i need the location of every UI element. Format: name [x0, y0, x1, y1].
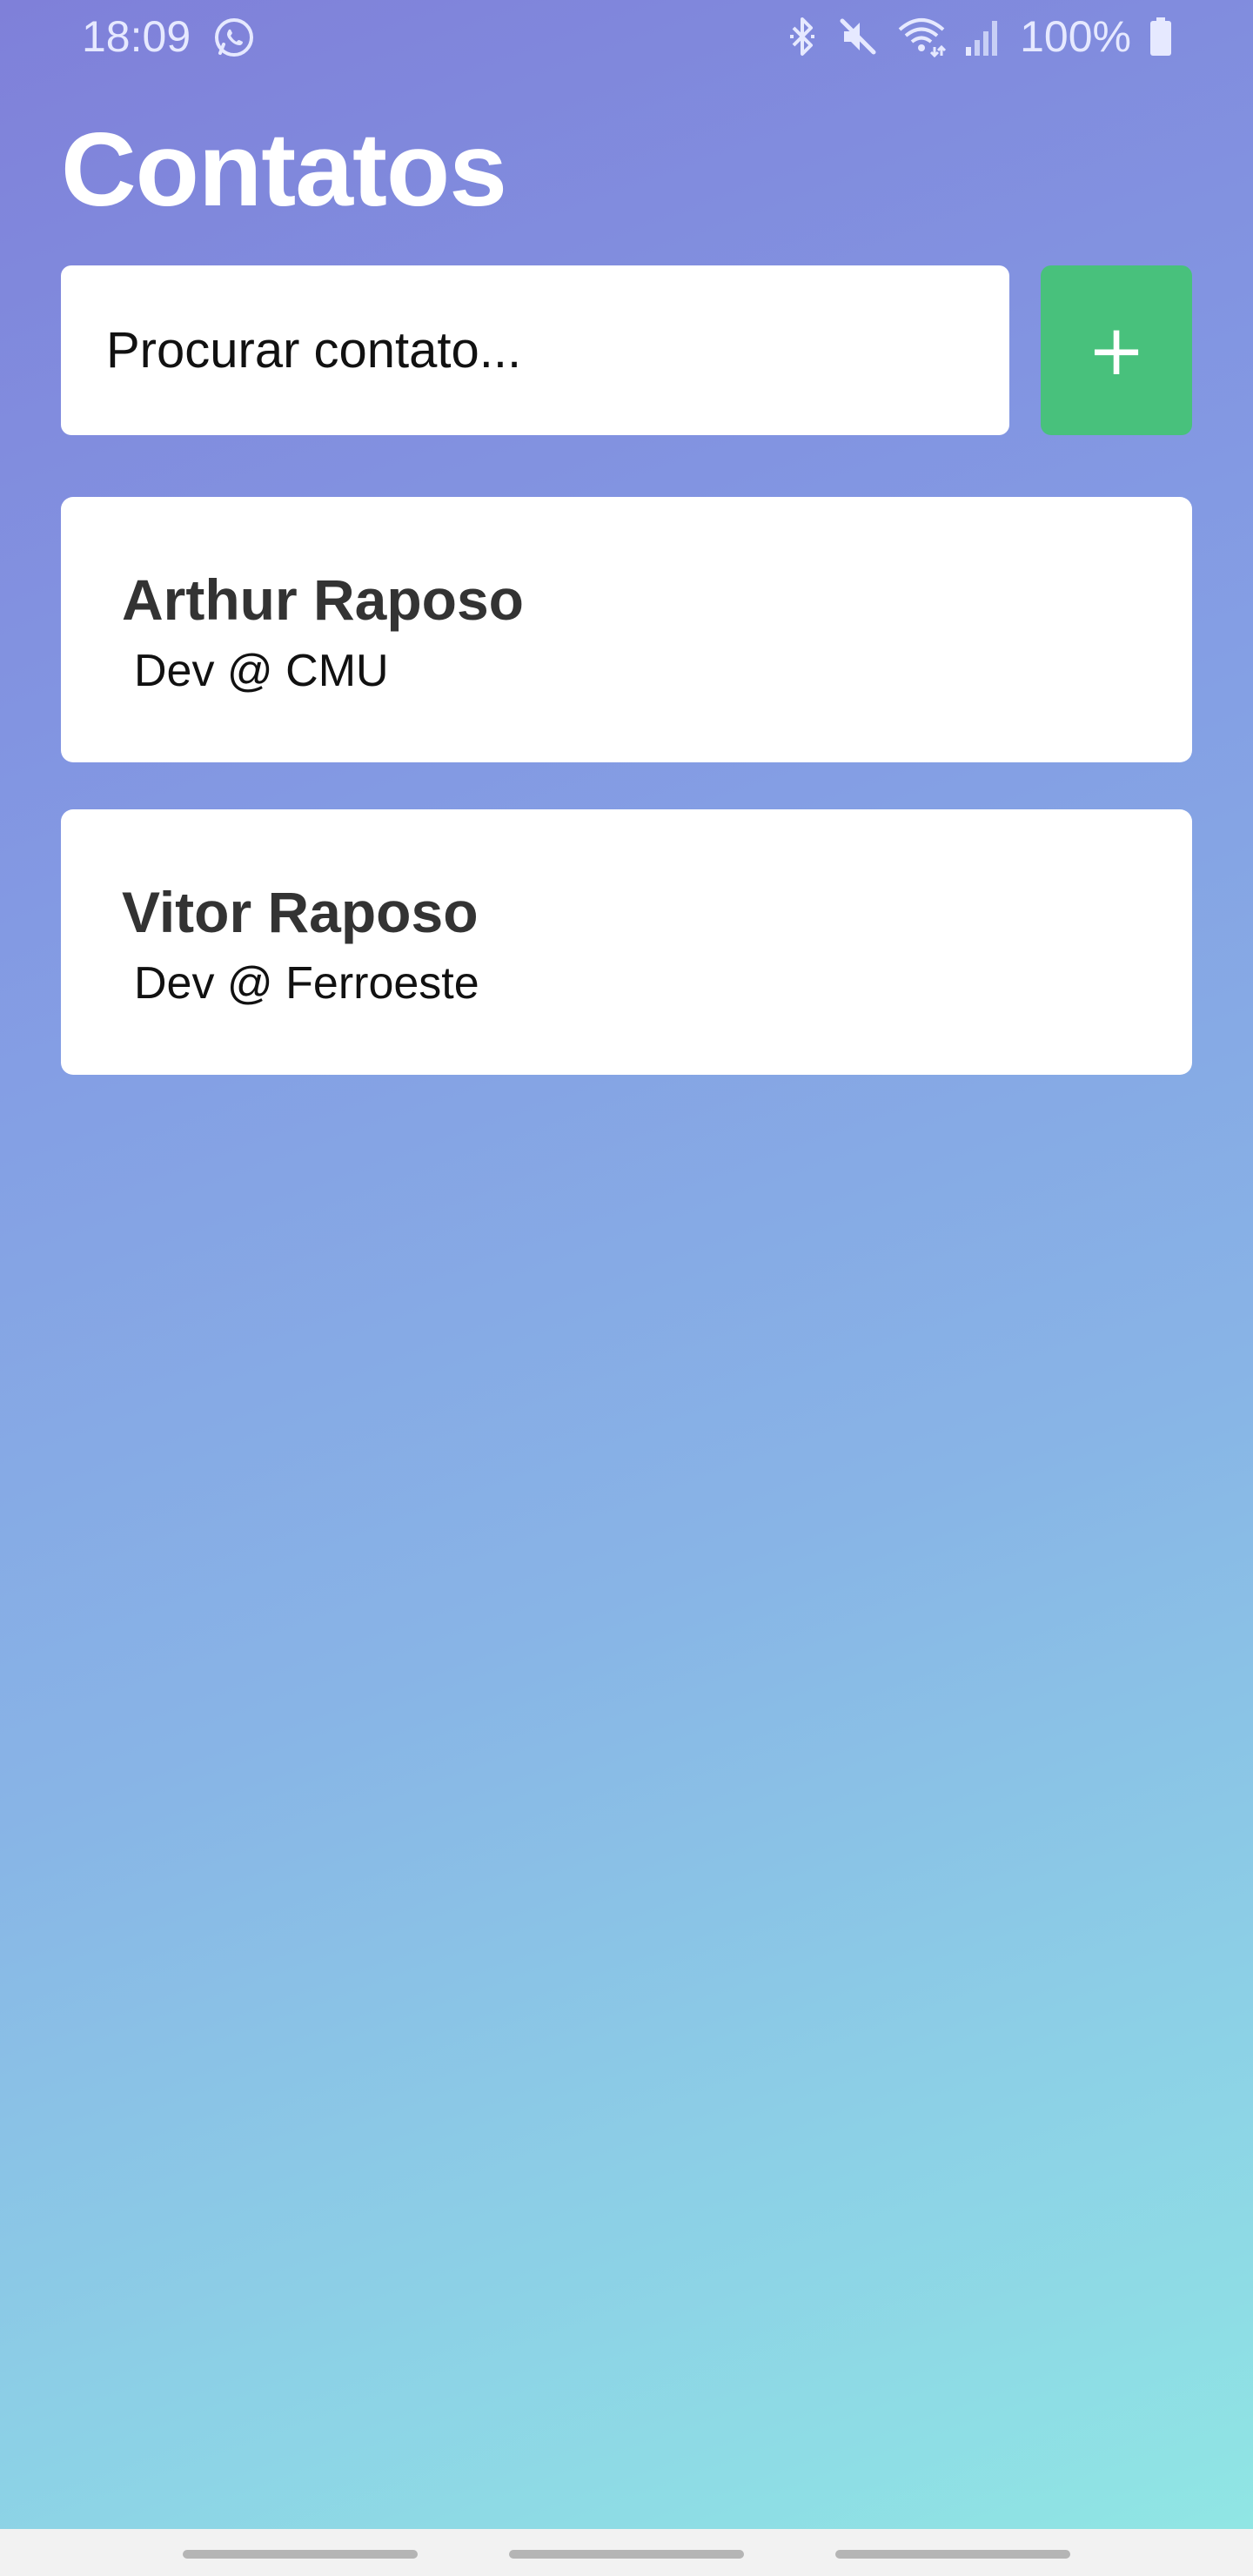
app-screen: 18:09 100% Contatos Procurar contato... …: [0, 0, 1253, 2576]
contact-card[interactable]: Arthur Raposo Dev @ CMU: [61, 497, 1192, 762]
status-bar: 18:09 100%: [0, 0, 1253, 73]
bluetooth-icon: [790, 17, 815, 56]
nav-home-handle[interactable]: [509, 2550, 744, 2559]
battery-icon: [1150, 17, 1171, 56]
contact-role: Dev @ Ferroeste: [134, 958, 479, 1009]
navigation-bar: [0, 2529, 1253, 2576]
contact-name: Arthur Raposo: [122, 567, 524, 632]
whatsapp-icon: [215, 18, 253, 57]
status-time: 18:09: [82, 12, 191, 61]
contact-list: Arthur Raposo Dev @ CMU Vitor Raposo Dev…: [61, 497, 1192, 1122]
mute-icon: [840, 18, 876, 55]
nav-back-handle[interactable]: [835, 2550, 1070, 2559]
add-contact-button[interactable]: +: [1041, 265, 1192, 435]
battery-percentage: 100%: [1020, 12, 1131, 61]
nav-recents-handle[interactable]: [183, 2550, 418, 2559]
contact-role: Dev @ CMU: [134, 646, 389, 696]
contact-name: Vitor Raposo: [122, 880, 479, 944]
search-input[interactable]: [61, 265, 1009, 435]
signal-icon: [966, 21, 998, 56]
page-title: Contatos: [61, 111, 507, 228]
wifi-icon: [898, 18, 947, 57]
status-icons: 100%: [785, 10, 1173, 63]
contact-card[interactable]: Vitor Raposo Dev @ Ferroeste: [61, 809, 1192, 1075]
